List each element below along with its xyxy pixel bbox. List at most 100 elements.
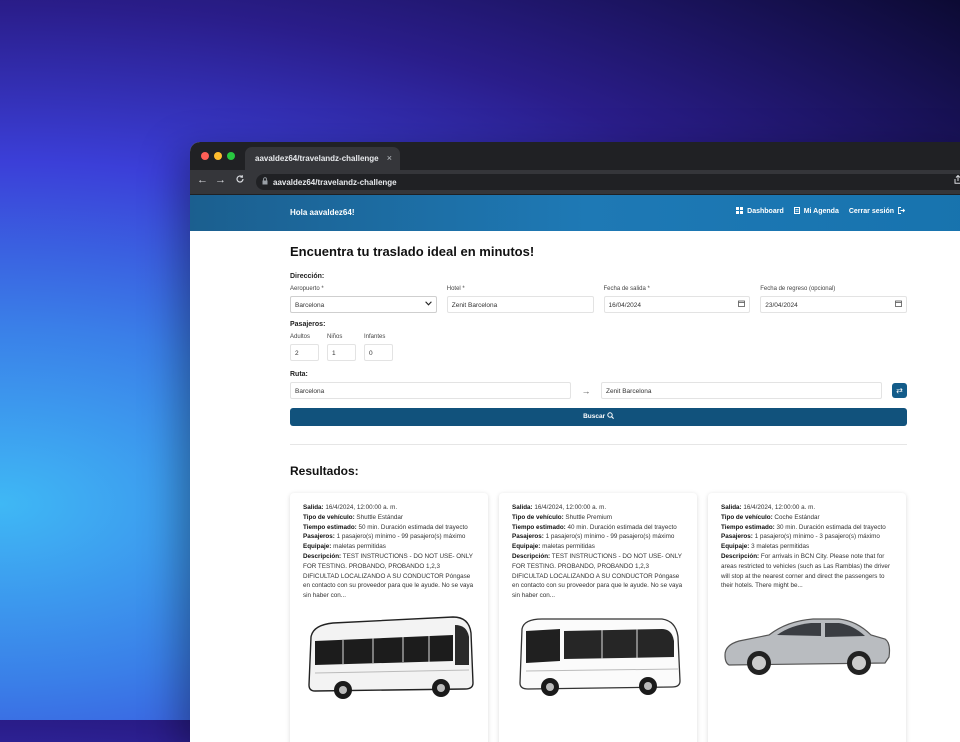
nav-dashboard[interactable]: Dashboard: [736, 207, 784, 216]
direccion-row: Aeropuerto * Barcelona Hotel * Zenit Bar…: [290, 286, 907, 313]
ninos-label: Niños: [327, 334, 343, 340]
result-card[interactable]: Salida: 16/4/2024, 12:00:00 a. m. Tipo d…: [708, 493, 906, 742]
app-header: Hola aavaldez64! Dashboard Mi Agenda Cer…: [190, 195, 960, 231]
reload-icon[interactable]: [235, 174, 245, 187]
ruta-from-value: Barcelona: [295, 388, 325, 395]
ninos-input[interactable]: 1: [327, 344, 356, 361]
card-descripcion: Descripción: TEST INSTRUCTIONS - DO NOT …: [512, 552, 684, 601]
descripcion-key: Descripción:: [512, 552, 551, 560]
tiempo-value: 30 min. Duración estimada del trayecto: [776, 523, 886, 531]
pasajeros-value: 1 pasajero(s) mínimo - 3 pasajero(s) máx…: [754, 533, 880, 541]
share-icon[interactable]: [954, 174, 960, 187]
tipo-value: Shuttle Estándar: [356, 513, 403, 521]
infantes-label: Infantes: [364, 334, 386, 340]
swap-icon: ⇄: [896, 386, 903, 395]
nav-agenda[interactable]: Mi Agenda: [793, 207, 839, 216]
browser-window: aavaldez64/travelandz-challenge × ← → aa…: [190, 142, 960, 742]
equipaje-key: Equipaje:: [721, 543, 750, 551]
page-title: Encuentra tu traslado ideal en minutos!: [290, 244, 535, 259]
greeting: Hola aavaldez64!: [290, 208, 355, 217]
infantes-value: 0: [369, 350, 373, 357]
bus-image: [303, 607, 475, 702]
salida-value: 16/4/2024, 12:00:00 a. m.: [534, 504, 607, 511]
adultos-input[interactable]: 2: [290, 344, 319, 361]
url-field[interactable]: aavaldez64/travelandz-challenge: [256, 174, 960, 190]
aeropuerto-label: Aeropuerto *: [290, 286, 324, 292]
forward-arrow-icon[interactable]: →: [215, 174, 226, 186]
card-descripcion: Descripción: TEST INSTRUCTIONS - DO NOT …: [303, 552, 475, 601]
url-text: aavaldez64/travelandz-challenge: [273, 178, 397, 187]
back-arrow-icon[interactable]: ←: [197, 174, 208, 186]
card-tiempo: Tiempo estimado: 40 min. Duración estima…: [512, 523, 684, 533]
tiempo-key: Tiempo estimado:: [303, 523, 357, 531]
calendar-icon[interactable]: [738, 300, 746, 309]
tab-close-icon[interactable]: ×: [387, 153, 392, 163]
descripcion-key: Descripción:: [721, 552, 760, 560]
tipo-key: Tipo de vehículo:: [721, 513, 773, 521]
hotel-label: Hotel *: [446, 286, 465, 292]
buscar-label: Buscar: [583, 413, 606, 420]
result-card[interactable]: Salida: 16/4/2024, 12:00:00 a. m. Tipo d…: [499, 493, 697, 742]
dashboard-icon: [736, 207, 744, 216]
hotel-input[interactable]: Zenit Barcelona: [446, 296, 594, 313]
equipaje-value: maletas permitidas: [333, 543, 386, 551]
card-tiempo: Tiempo estimado: 50 min. Duración estima…: [303, 523, 475, 533]
pasajeros-value: 1 pasajero(s) mínimo - 99 pasajero(s) má…: [336, 533, 466, 541]
maximize-window-button[interactable]: [227, 152, 235, 160]
tipo-key: Tipo de vehículo:: [512, 513, 564, 521]
card-tipo: Tipo de vehículo: Coche Estándar: [721, 513, 893, 523]
agenda-icon: [793, 207, 800, 216]
card-pasajeros: Pasajeros: 1 pasajero(s) mínimo - 3 pasa…: [721, 532, 893, 542]
regreso-label: Fecha de regreso (opcional): [760, 286, 836, 292]
pasajeros-value: 1 pasajero(s) mínimo - 99 pasajero(s) má…: [545, 533, 675, 541]
ruta-row: Barcelona → Zenit Barcelona ⇄: [290, 382, 907, 399]
aeropuerto-select[interactable]: Barcelona: [290, 296, 437, 313]
salida-value: 16/4/2024, 12:00:00 a. m.: [325, 504, 398, 511]
equipaje-value: maletas permitidas: [542, 543, 595, 551]
card-pasajeros: Pasajeros: 1 pasajero(s) mínimo - 99 pas…: [512, 532, 684, 542]
regreso-date-input[interactable]: 23/04/2024: [760, 296, 907, 313]
ruta-to-field[interactable]: Zenit Barcelona: [600, 382, 883, 399]
ninos-value: 1: [332, 350, 336, 357]
card-salida: Salida: 16/4/2024, 12:00:00 a. m.: [303, 503, 475, 513]
infantes-input[interactable]: 0: [364, 344, 393, 361]
browser-tab[interactable]: aavaldez64/travelandz-challenge ×: [245, 147, 400, 170]
ruta-to-value: Zenit Barcelona: [605, 388, 652, 395]
nav-dashboard-label: Dashboard: [747, 208, 784, 215]
card-tiempo: Tiempo estimado: 30 min. Duración estima…: [721, 523, 893, 533]
adultos-value: 2: [295, 350, 299, 357]
equipaje-key: Equipaje:: [303, 543, 332, 551]
address-bar: ← → aavaldez64/travelandz-challenge: [190, 170, 960, 195]
swap-route-button[interactable]: ⇄: [892, 383, 907, 398]
salida-key: Salida:: [303, 504, 324, 511]
close-window-button[interactable]: [201, 152, 209, 160]
tipo-value: Coche Estándar: [774, 513, 820, 521]
calendar-icon[interactable]: [895, 300, 902, 309]
salida-key: Salida:: [512, 504, 533, 511]
hotel-value: Zenit Barcelona: [451, 302, 498, 309]
descripcion-key: Descripción:: [303, 552, 342, 560]
header-nav: Dashboard Mi Agenda Cerrar sesión: [736, 207, 906, 216]
section-divider: [290, 444, 907, 445]
ruta-from-field[interactable]: Barcelona: [290, 382, 572, 399]
tiempo-value: 40 min. Duración estimada del trayecto: [567, 523, 677, 531]
minimize-window-button[interactable]: [214, 152, 222, 160]
salida-key: Salida:: [721, 504, 742, 511]
nav-logout[interactable]: Cerrar sesión: [848, 207, 906, 216]
pasajeros-heading: Pasajeros:: [290, 321, 326, 328]
card-equipaje: Equipaje: maletas permitidas: [512, 542, 684, 552]
nav-logout-label: Cerrar sesión: [848, 208, 894, 215]
chevron-down-icon: [424, 299, 432, 308]
tipo-key: Tipo de vehículo:: [303, 513, 355, 521]
regreso-value: 23/04/2024: [765, 302, 798, 309]
card-pasajeros: Pasajeros: 1 pasajero(s) mínimo - 99 pas…: [303, 532, 475, 542]
result-card[interactable]: Salida: 16/4/2024, 12:00:00 a. m. Tipo d…: [290, 493, 488, 742]
salida-value: 16/4/2024, 12:00:00 a. m.: [743, 504, 816, 511]
salida-date-input[interactable]: 16/04/2024: [603, 296, 751, 313]
card-equipaje: Equipaje: maletas permitidas: [303, 542, 475, 552]
logout-icon: [898, 207, 906, 216]
aeropuerto-value: Barcelona: [295, 302, 325, 309]
equipaje-key: Equipaje:: [512, 543, 541, 551]
buscar-button[interactable]: Buscar: [290, 408, 907, 426]
results-list: Salida: 16/4/2024, 12:00:00 a. m. Tipo d…: [290, 493, 907, 742]
